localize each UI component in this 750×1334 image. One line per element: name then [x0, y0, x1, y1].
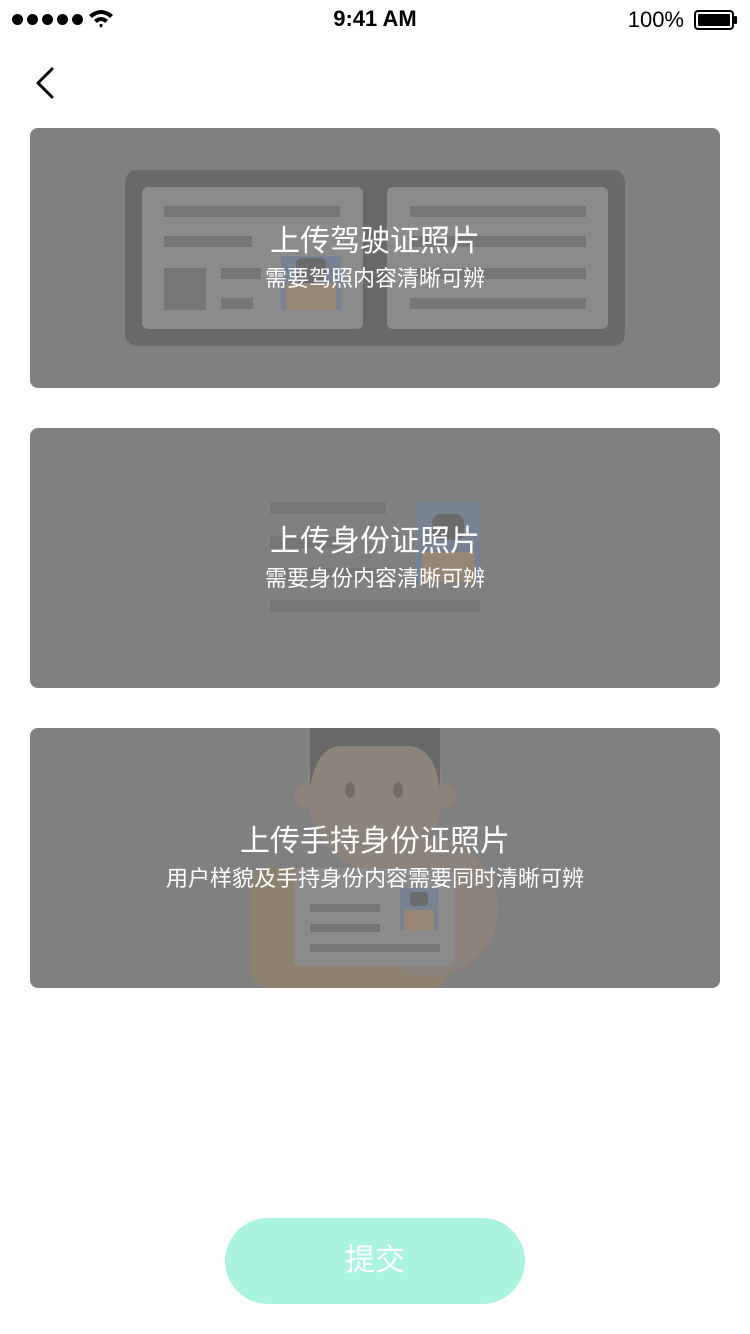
- card-subtitle: 需要身份内容清晰可辨: [264, 567, 485, 592]
- submit-button[interactable]: 提交: [225, 1218, 525, 1304]
- card-title: 上传身份证照片: [270, 524, 480, 559]
- upload-id-card-card[interactable]: 上传身份证照片 需要身份内容清晰可辨: [30, 428, 720, 688]
- battery-percentage: 100%: [627, 7, 684, 32]
- status-bar: 9:41 AM 100%: [0, 0, 750, 40]
- chevron-left-icon[interactable]: [24, 60, 70, 106]
- card-subtitle: 用户样貌及手持身份内容需要同时清晰可辨: [165, 867, 584, 892]
- card-title: 上传驾驶证照片: [270, 224, 480, 259]
- card-title: 上传手持身份证照片: [240, 824, 510, 859]
- upload-holding-id-card[interactable]: 上传手持身份证照片 用户样貌及手持身份内容需要同时清晰可辨: [30, 728, 720, 988]
- battery-icon: [694, 10, 737, 30]
- card-subtitle: 需要驾照内容清晰可辨: [264, 267, 485, 292]
- upload-driver-license-card[interactable]: 上传驾驶证照片 需要驾照内容清晰可辨: [30, 128, 720, 388]
